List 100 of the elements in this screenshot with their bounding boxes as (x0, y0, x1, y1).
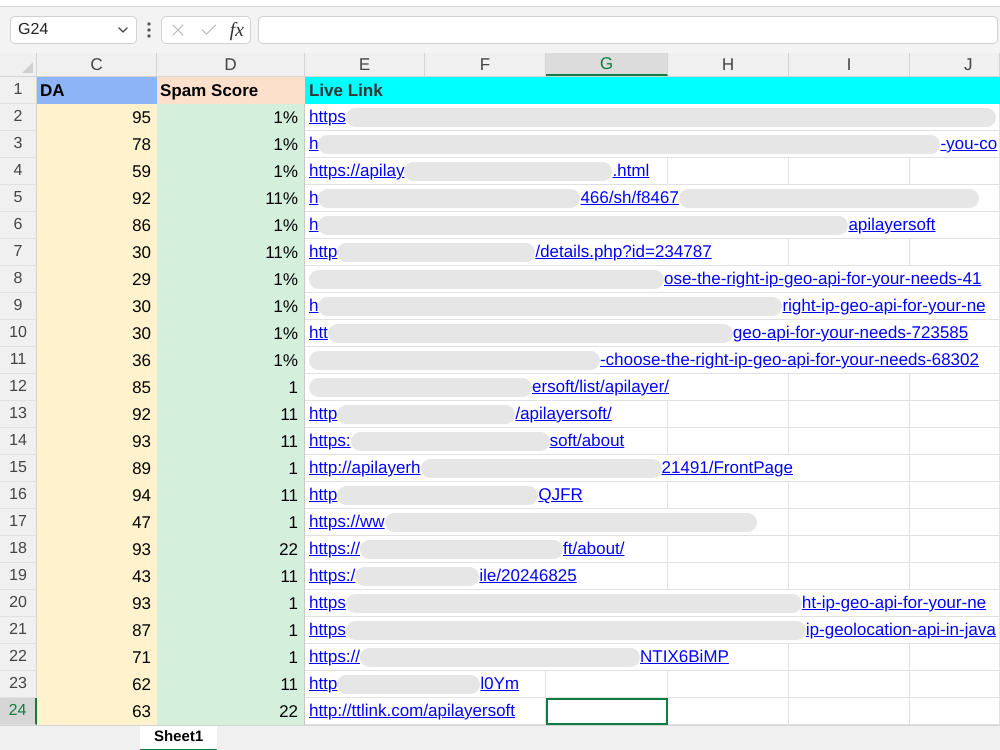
link[interactable]: https (309, 620, 346, 640)
da-cell: 62 (37, 671, 157, 698)
vertical-dots-icon[interactable] (147, 22, 151, 38)
link[interactable]: https (309, 107, 346, 127)
column-header[interactable]: J (910, 53, 1000, 76)
row-header[interactable]: 24 (0, 698, 37, 725)
link[interactable]: .html (612, 161, 650, 181)
row-header[interactable]: 20 (0, 590, 37, 617)
link[interactable]: http://ttlink.com/apilayersoft (309, 701, 515, 721)
row-header[interactable]: 9 (0, 293, 37, 320)
link[interactable]: apilayersoft (848, 215, 936, 235)
sheet-tab[interactable]: Sheet1 (140, 726, 218, 750)
link[interactable]: h (309, 188, 318, 208)
link[interactable]: geo-api-for-your-needs-723585 (732, 323, 968, 343)
column-header[interactable]: H (668, 53, 789, 76)
row-header[interactable]: 4 (0, 158, 37, 185)
link[interactable]: http (309, 485, 338, 505)
link[interactable]: ile/20246825 (479, 566, 577, 586)
link[interactable]: ip-geolocation-api-in-java (806, 620, 996, 640)
spam-score-cell: 11 (157, 428, 305, 455)
link[interactable]: l0Ym (480, 674, 520, 694)
triangle-icon (22, 62, 33, 73)
row-header[interactable]: 5 (0, 185, 37, 212)
spam-score-cell: 1 (157, 455, 305, 482)
row-header[interactable]: 14 (0, 428, 37, 455)
header-cell-text: Live Link (309, 80, 383, 102)
spam-score-cell: 1 (157, 644, 305, 671)
da-cell: 47 (37, 509, 157, 536)
link[interactable]: htt (309, 323, 328, 343)
link[interactable]: https://apilay (309, 161, 404, 181)
link[interactable]: https: (309, 431, 351, 451)
row-header[interactable]: 8 (0, 266, 37, 293)
column-header[interactable]: E (305, 53, 425, 76)
spam-score-cell: 1 (157, 617, 305, 644)
link[interactable]: NTIX6BiMP (640, 647, 729, 667)
spam-score-cell: 11 (157, 482, 305, 509)
row-header[interactable]: 6 (0, 212, 37, 239)
link[interactable]: http (309, 674, 338, 694)
row-header[interactable]: 17 (0, 509, 37, 536)
da-cell: 30 (37, 239, 157, 266)
link[interactable]: https:// (309, 539, 360, 559)
spam-score-cell: 1% (157, 320, 305, 347)
link[interactable]: https:/ (309, 566, 356, 586)
link[interactable]: ht-ip-geo-api-for-your-ne (802, 593, 986, 613)
row-header[interactable]: 22 (0, 644, 37, 671)
row-header[interactable]: 18 (0, 536, 37, 563)
da-cell: 93 (37, 590, 157, 617)
link[interactable]: soft/about (550, 431, 624, 451)
da-cell: 87 (37, 617, 157, 644)
name-box[interactable]: G24 (10, 16, 137, 44)
row-header[interactable]: 13 (0, 401, 37, 428)
row-header[interactable]: 7 (0, 239, 37, 266)
link[interactable]: https:// (309, 647, 360, 667)
spam-score-cell: 1% (157, 212, 305, 239)
spam-score-cell: 22 (157, 536, 305, 563)
link[interactable]: 21491/FrontPage (662, 458, 793, 478)
da-cell: 30 (37, 293, 157, 320)
row-header[interactable]: 21 (0, 617, 37, 644)
formula-input[interactable] (258, 16, 998, 44)
link[interactable]: /details.php?id=234787 (535, 242, 712, 262)
link[interactable]: h (309, 296, 318, 316)
link[interactable]: right-ip-geo-api-for-your-ne (782, 296, 986, 316)
column-header[interactable]: G (546, 53, 668, 76)
link[interactable]: http (309, 242, 338, 262)
link[interactable]: https (309, 593, 346, 613)
row-header[interactable]: 15 (0, 455, 37, 482)
link[interactable]: -you-co (940, 134, 998, 154)
row-header[interactable]: 16 (0, 482, 37, 509)
column-header[interactable]: C (37, 53, 157, 76)
row-header[interactable]: 10 (0, 320, 37, 347)
row-header[interactable]: 12 (0, 374, 37, 401)
link[interactable]: h (309, 215, 318, 235)
row-header[interactable]: 23 (0, 671, 37, 698)
link[interactable]: https://ww (309, 512, 385, 532)
spam-score-cell: 22 (157, 698, 305, 725)
spam-score-cell: 1 (157, 509, 305, 536)
spam-score-cell: 1 (157, 590, 305, 617)
da-cell: 94 (37, 482, 157, 509)
link[interactable]: 466/sh/f8467 (580, 188, 679, 208)
row-header[interactable]: 3 (0, 131, 37, 158)
link[interactable]: /apilayersoft/ (515, 404, 612, 424)
column-header[interactable]: I (789, 53, 910, 76)
link[interactable]: ft/about/ (563, 539, 624, 559)
da-cell: 92 (37, 401, 157, 428)
row-header[interactable]: 1 (0, 77, 37, 104)
da-cell: 93 (37, 536, 157, 563)
row-header[interactable]: 11 (0, 347, 37, 374)
link[interactable]: QJFR (538, 485, 583, 505)
column-header[interactable]: D (157, 53, 305, 76)
spam-score-cell: 1% (157, 347, 305, 374)
link[interactable]: http://apilayerh (309, 458, 421, 478)
link[interactable]: http (309, 404, 338, 424)
spam-score-cell: 1% (157, 104, 305, 131)
row-header[interactable]: 19 (0, 563, 37, 590)
selected-cell[interactable] (546, 698, 668, 725)
insert-function-button[interactable]: fx (230, 19, 244, 41)
da-cell: 93 (37, 428, 157, 455)
link[interactable]: h (309, 134, 318, 154)
spam-score-cell: 11% (157, 185, 305, 212)
row-header[interactable]: 2 (0, 104, 37, 131)
